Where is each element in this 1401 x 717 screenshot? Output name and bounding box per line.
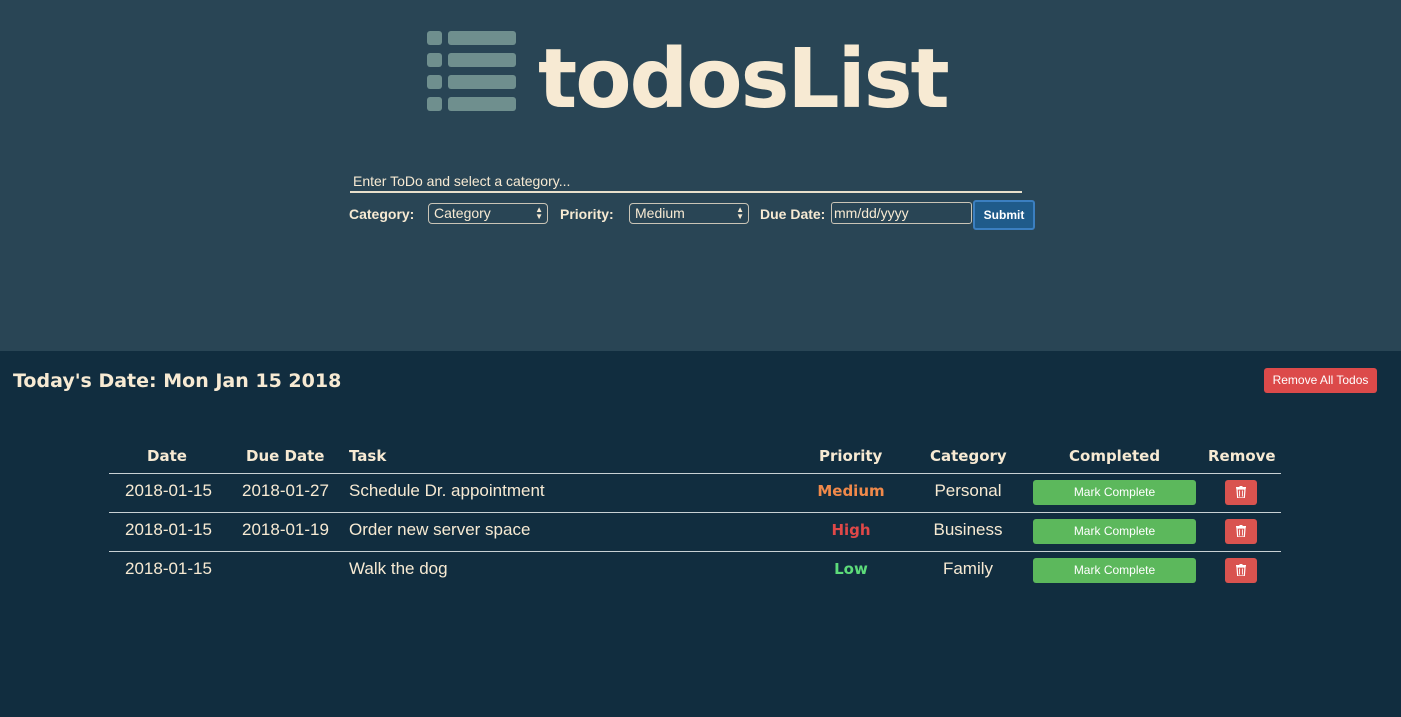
trash-icon xyxy=(1236,525,1246,537)
todo-input[interactable] xyxy=(350,171,1022,193)
col-header-date: Date xyxy=(147,447,187,465)
priority-label: Priority: xyxy=(560,206,614,222)
trash-icon xyxy=(1236,564,1246,576)
col-header-completed: Completed xyxy=(1069,447,1161,465)
col-header-task: Task xyxy=(349,447,387,465)
priority-select-value: Medium xyxy=(635,205,685,221)
cell-task: Order new server space xyxy=(349,520,531,539)
divider xyxy=(109,473,1281,474)
header: todosList Category: Category ▲▼ Priority… xyxy=(0,0,1401,351)
cell-category: Business xyxy=(933,520,1003,539)
trash-icon xyxy=(1236,486,1246,498)
todays-date: Today's Date: Mon Jan 15 2018 xyxy=(13,370,342,392)
col-header-remove: Remove xyxy=(1208,447,1276,465)
submit-button[interactable]: Submit xyxy=(973,200,1035,230)
cell-date: 2018-01-15 xyxy=(125,559,212,578)
cell-task: Schedule Dr. appointment xyxy=(349,481,545,500)
category-select[interactable]: Category ▲ ▼ xyxy=(428,203,548,224)
app-title: todosList xyxy=(538,32,950,127)
category-label: Category: xyxy=(349,206,415,222)
cell-due-date: 2018-01-27 xyxy=(242,481,329,500)
remove-all-todos-button[interactable]: Remove All Todos xyxy=(1264,368,1377,393)
cell-date: 2018-01-15 xyxy=(125,481,212,500)
select-arrows-icon: ▲ ▼ xyxy=(736,205,744,221)
mark-complete-button[interactable]: Mark Complete xyxy=(1033,558,1196,583)
priority-badge: Medium xyxy=(817,482,885,500)
priority-select[interactable]: Medium ▲ ▼ xyxy=(629,203,749,224)
col-header-category: Category xyxy=(930,447,1007,465)
list-icon xyxy=(427,29,516,113)
divider xyxy=(109,512,1281,513)
mark-complete-button[interactable]: Mark Complete xyxy=(1033,519,1196,544)
due-date-label: Due Date: xyxy=(760,206,826,222)
priority-badge: Low xyxy=(834,560,868,578)
col-header-due-date: Due Date xyxy=(246,447,325,465)
priority-badge: High xyxy=(831,521,871,539)
mark-complete-button[interactable]: Mark Complete xyxy=(1033,480,1196,505)
remove-button[interactable] xyxy=(1225,519,1257,544)
select-arrows-icon: ▲ ▼ xyxy=(535,205,543,221)
remove-button[interactable] xyxy=(1225,480,1257,505)
remove-button[interactable] xyxy=(1225,558,1257,583)
cell-date: 2018-01-15 xyxy=(125,520,212,539)
col-header-priority: Priority xyxy=(819,447,883,465)
cell-category: Family xyxy=(942,559,994,578)
cell-task: Walk the dog xyxy=(349,559,448,578)
due-date-input[interactable]: mm/dd/yyyy xyxy=(831,202,972,224)
cell-due-date: 2018-01-19 xyxy=(242,520,329,539)
category-select-value: Category xyxy=(434,205,491,221)
cell-category: Personal xyxy=(934,481,1002,500)
due-date-placeholder: mm/dd/yyyy xyxy=(834,205,909,221)
divider xyxy=(109,551,1281,552)
